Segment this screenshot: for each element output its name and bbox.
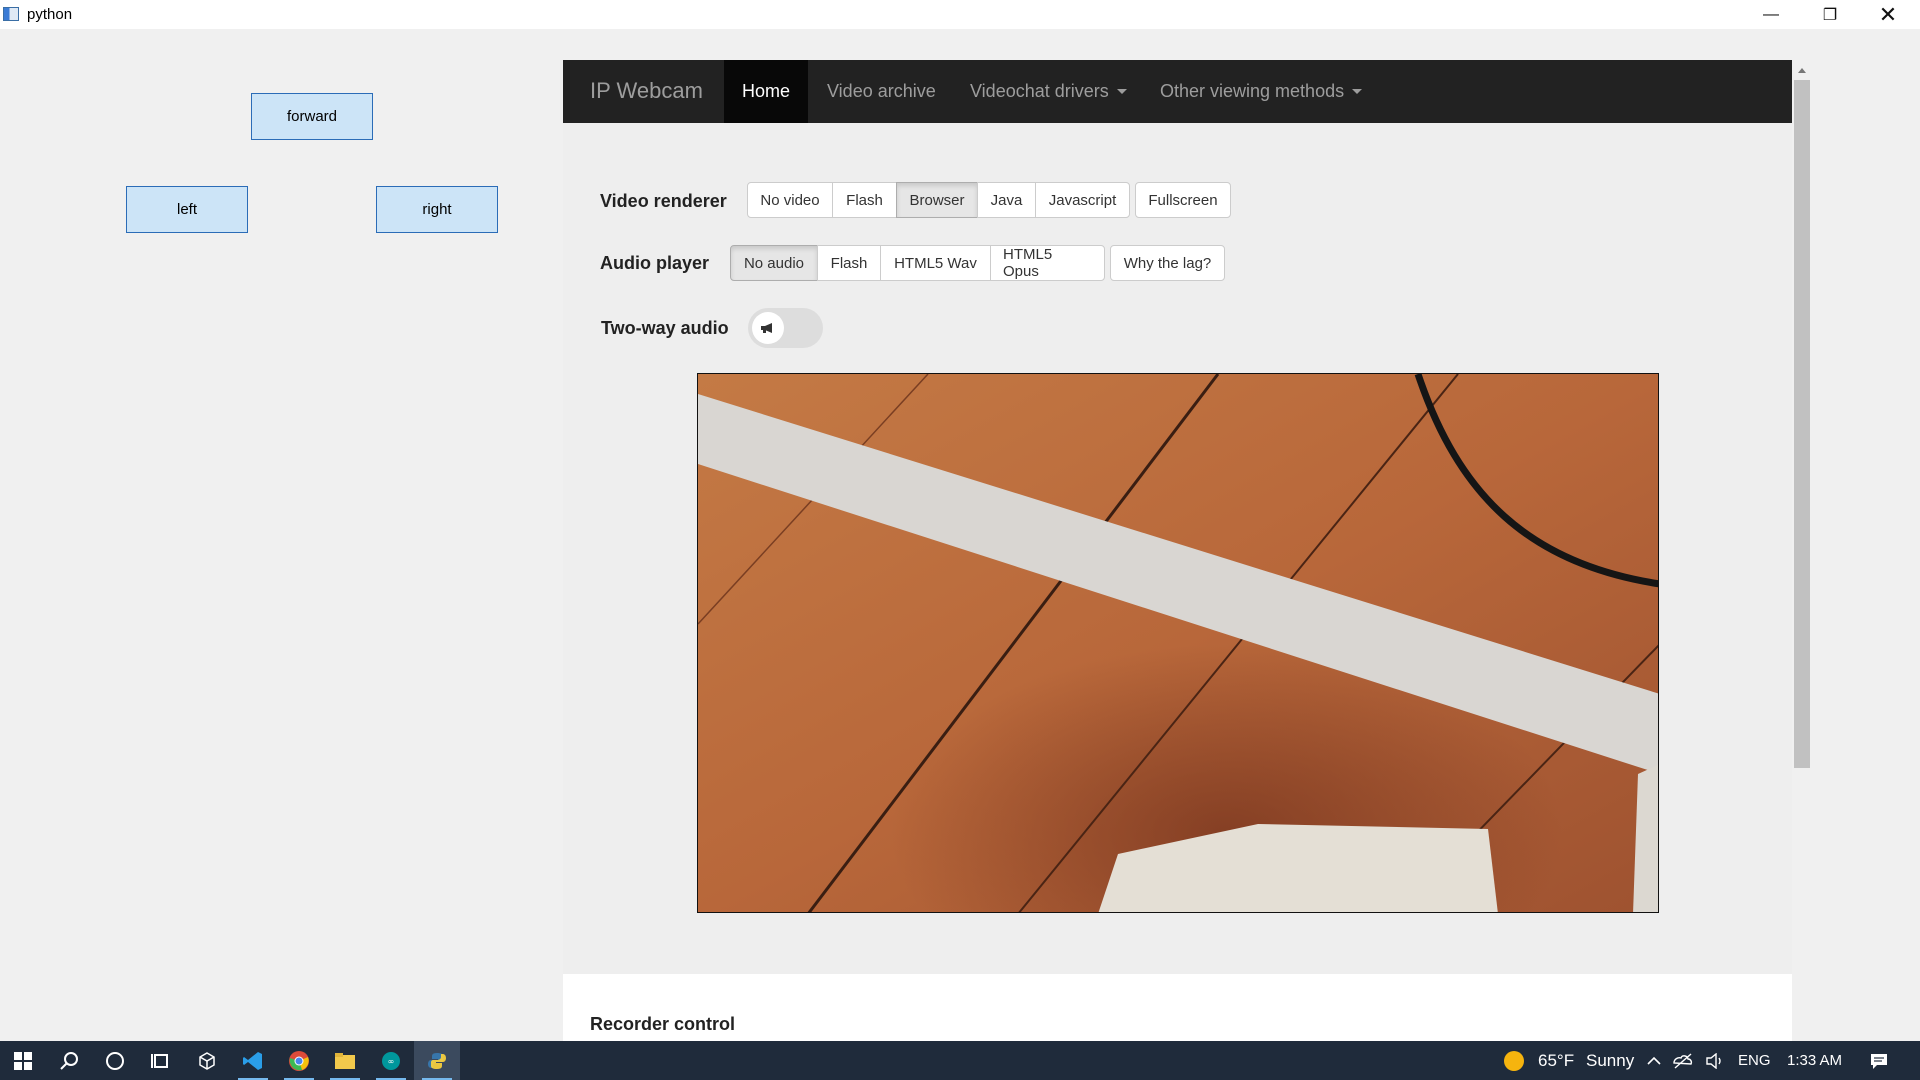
3d-viewer-icon[interactable] [184, 1041, 230, 1080]
fullscreen-button[interactable]: Fullscreen [1135, 182, 1231, 218]
input-language[interactable]: ENG [1738, 1052, 1771, 1069]
webcam-webview: IP Webcam Home Video archive Videochat d… [563, 60, 1792, 1041]
megaphone-icon [752, 312, 784, 344]
windows-start-icon[interactable] [0, 1041, 46, 1080]
audio-option-flash[interactable]: Flash [817, 245, 881, 281]
forward-button[interactable]: forward [251, 93, 373, 140]
left-button[interactable]: left [126, 186, 248, 233]
python-icon[interactable] [414, 1041, 460, 1080]
video-option-browser[interactable]: Browser [896, 182, 978, 218]
volume-icon[interactable] [1700, 1041, 1730, 1080]
file-explorer-icon[interactable] [322, 1041, 368, 1080]
show-hidden-icons-chevron-icon[interactable] [1642, 1041, 1666, 1080]
nav-videochat-drivers-label: Videochat drivers [970, 81, 1109, 101]
two-way-audio-label: Two-way audio [601, 318, 729, 338]
restore-button[interactable]: ❐ [1801, 0, 1859, 29]
right-button[interactable]: right [376, 186, 498, 233]
recorder-title: Recorder control [590, 1014, 736, 1034]
close-button[interactable]: ✕ [1859, 0, 1917, 29]
video-renderer-label: Video renderer [600, 191, 727, 211]
two-way-audio-toggle[interactable] [748, 308, 823, 348]
video-option-no-video[interactable]: No video [747, 182, 833, 218]
svg-text:∞: ∞ [388, 1057, 395, 1066]
weather-sun-icon[interactable] [1491, 1041, 1537, 1080]
nav-video-archive[interactable]: Video archive [827, 60, 936, 123]
network-disconnected-icon[interactable] [1668, 1041, 1698, 1080]
webcam-video-feed [697, 373, 1659, 913]
nav-videochat-drivers[interactable]: Videochat drivers [970, 60, 1127, 123]
audio-option-no-audio[interactable]: No audio [730, 245, 818, 281]
clock-time[interactable]: 1:33 AM [1787, 1052, 1842, 1069]
weather-temperature[interactable]: 65°F [1538, 1051, 1574, 1071]
action-center-icon[interactable] [1856, 1041, 1902, 1080]
caret-down-icon [1116, 89, 1127, 94]
video-option-javascript[interactable]: Javascript [1035, 182, 1130, 218]
audio-player-group: No audio Flash HTML5 Wav HTML5 Opus [730, 245, 1105, 281]
audio-player-label: Audio player [600, 253, 710, 273]
python-window-icon [3, 7, 19, 21]
nav-video-archive-label: Video archive [827, 81, 936, 101]
windows-taskbar: ∞ 65°F Sunny ENG 1:33 AM [0, 1041, 1920, 1080]
search-icon[interactable] [46, 1041, 92, 1080]
weather-description[interactable]: Sunny [1586, 1051, 1634, 1071]
navbar-brand[interactable]: IP Webcam [590, 78, 703, 104]
window-title: python [27, 6, 73, 23]
window-titlebar: python — ❐ ✕ [0, 0, 1920, 29]
nav-home[interactable]: Home [724, 60, 809, 123]
chrome-icon[interactable] [276, 1041, 322, 1080]
lag-help-group: Why the lag? [1110, 245, 1225, 281]
audio-option-html5-opus[interactable]: HTML5 Opus [990, 245, 1105, 281]
why-the-lag-button[interactable]: Why the lag? [1110, 245, 1225, 281]
vscode-icon[interactable] [230, 1041, 276, 1080]
arduino-icon[interactable]: ∞ [368, 1041, 414, 1080]
video-renderer-group: No video Flash Browser Java Javascript [747, 182, 1130, 218]
caret-down-icon [1352, 89, 1363, 94]
fullscreen-group: Fullscreen [1135, 182, 1231, 218]
video-option-java[interactable]: Java [977, 182, 1036, 218]
cortana-icon[interactable] [92, 1041, 138, 1080]
audio-option-html5-wav[interactable]: HTML5 Wav [880, 245, 991, 281]
nav-other-viewing-methods[interactable]: Other viewing methods [1160, 60, 1363, 123]
nav-other-viewing-methods-label: Other viewing methods [1160, 81, 1345, 101]
scrollbar-thumb[interactable] [1794, 80, 1810, 768]
recorder-panel: Recorder control [563, 974, 1792, 1041]
nav-home-label: Home [742, 81, 791, 101]
task-view-icon[interactable] [138, 1041, 184, 1080]
navbar: IP Webcam Home Video archive Videochat d… [563, 60, 1792, 123]
video-option-flash[interactable]: Flash [832, 182, 897, 218]
vertical-scrollbar[interactable] [1792, 60, 1812, 1041]
minimize-button[interactable]: — [1742, 0, 1800, 29]
scroll-up-icon[interactable] [1798, 68, 1806, 73]
